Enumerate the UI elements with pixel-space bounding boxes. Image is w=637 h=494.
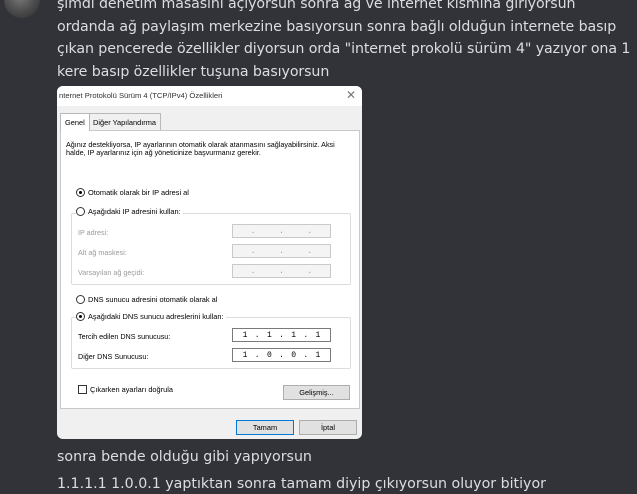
alternate-dns-label: Diğer DNS Sunucusu: xyxy=(78,352,149,361)
general-panel: Ağınız destekliyorsa, IP ayarlarının oto… xyxy=(60,130,360,409)
dns-auto-radio[interactable] xyxy=(76,295,85,304)
chat-message-follow: sonra bende olduğu gibi yapıyorsun xyxy=(57,449,312,465)
ip-address-label: IP adresi: xyxy=(78,228,109,237)
tab-general[interactable]: Genel xyxy=(60,113,90,131)
dialog-titlebar: nternet Protokolü Sürüm 4 (TCP/IPv4) Öze… xyxy=(57,86,362,106)
dns-auto-label: DNS sunucu adresini otomatik olarak al xyxy=(88,295,218,304)
alternate-dns-input[interactable]: 1. 0. 0. 1 xyxy=(232,348,331,362)
close-icon[interactable]: ✕ xyxy=(346,88,356,102)
chat-message-instructions: şimdi denetim masasını açıyorsun sonra a… xyxy=(57,0,631,80)
gateway-input[interactable]: ... xyxy=(232,264,331,278)
validate-checkbox[interactable] xyxy=(78,385,87,394)
preferred-dns-octet-4: 1 xyxy=(315,330,321,340)
preferred-dns-octet-2: 1 xyxy=(266,330,272,340)
dns-auto-option[interactable]: DNS sunucu adresini otomatik olarak al xyxy=(76,295,217,304)
dialog-title: nternet Protokolü Sürüm 4 (TCP/IPv4) Öze… xyxy=(59,91,223,100)
ip-auto-radio[interactable] xyxy=(76,188,85,197)
preferred-dns-input[interactable]: 1. 1. 1. 1 xyxy=(232,328,331,342)
ip-auto-label: Otomatik olarak bir IP adresi al xyxy=(88,188,189,197)
ip-auto-option[interactable]: Otomatik olarak bir IP adresi al xyxy=(76,188,189,197)
user-avatar[interactable] xyxy=(4,0,40,18)
preferred-dns-octet-1: 1 xyxy=(242,330,248,340)
dns-manual-radio[interactable] xyxy=(76,312,85,321)
ip-manual-radio[interactable] xyxy=(76,207,85,216)
dns-manual-option[interactable]: Aşağıdaki DNS sunucu adreslerini kullan: xyxy=(76,312,226,321)
ok-button[interactable]: Tamam xyxy=(236,420,294,435)
alternate-dns-octet-4: 1 xyxy=(315,350,321,360)
ip-manual-label: Aşağıdaki IP adresini kullan: xyxy=(88,207,181,216)
subnet-mask-input[interactable]: ... xyxy=(232,244,331,258)
alternate-dns-octet-3: 0 xyxy=(291,350,297,360)
alternate-dns-octet-2: 0 xyxy=(266,350,272,360)
subnet-mask-label: Alt ağ maskesi: xyxy=(78,248,127,257)
preferred-dns-label: Tercih edilen DNS sunucusu: xyxy=(78,332,171,341)
preferred-dns-octet-3: 1 xyxy=(291,330,297,340)
ip-address-input[interactable]: ... xyxy=(232,224,331,238)
validate-label: Çıkarken ayarları doğrula xyxy=(90,385,173,394)
cancel-button[interactable]: İptal xyxy=(299,420,357,435)
alternate-dns-octet-1: 1 xyxy=(242,350,248,360)
dialog-description: Ağınız destekliyorsa, IP ayarlarının oto… xyxy=(66,140,335,158)
advanced-button[interactable]: Gelişmiş... xyxy=(283,385,350,400)
chat-message-dns: 1.1.1.1 1.0.0.1 yaptıktan sonra tamam di… xyxy=(57,476,546,492)
ipv4-properties-dialog: nternet Protokolü Sürüm 4 (TCP/IPv4) Öze… xyxy=(57,86,362,439)
tab-other-config[interactable]: Diğer Yapılandırma xyxy=(88,113,161,130)
ip-manual-option[interactable]: Aşağıdaki IP adresini kullan: xyxy=(76,207,183,216)
validate-option[interactable]: Çıkarken ayarları doğrula xyxy=(78,385,173,394)
gateway-label: Varsayılan ağ geçidi: xyxy=(78,268,145,277)
dns-manual-label: Aşağıdaki DNS sunucu adreslerini kullan: xyxy=(88,312,224,321)
